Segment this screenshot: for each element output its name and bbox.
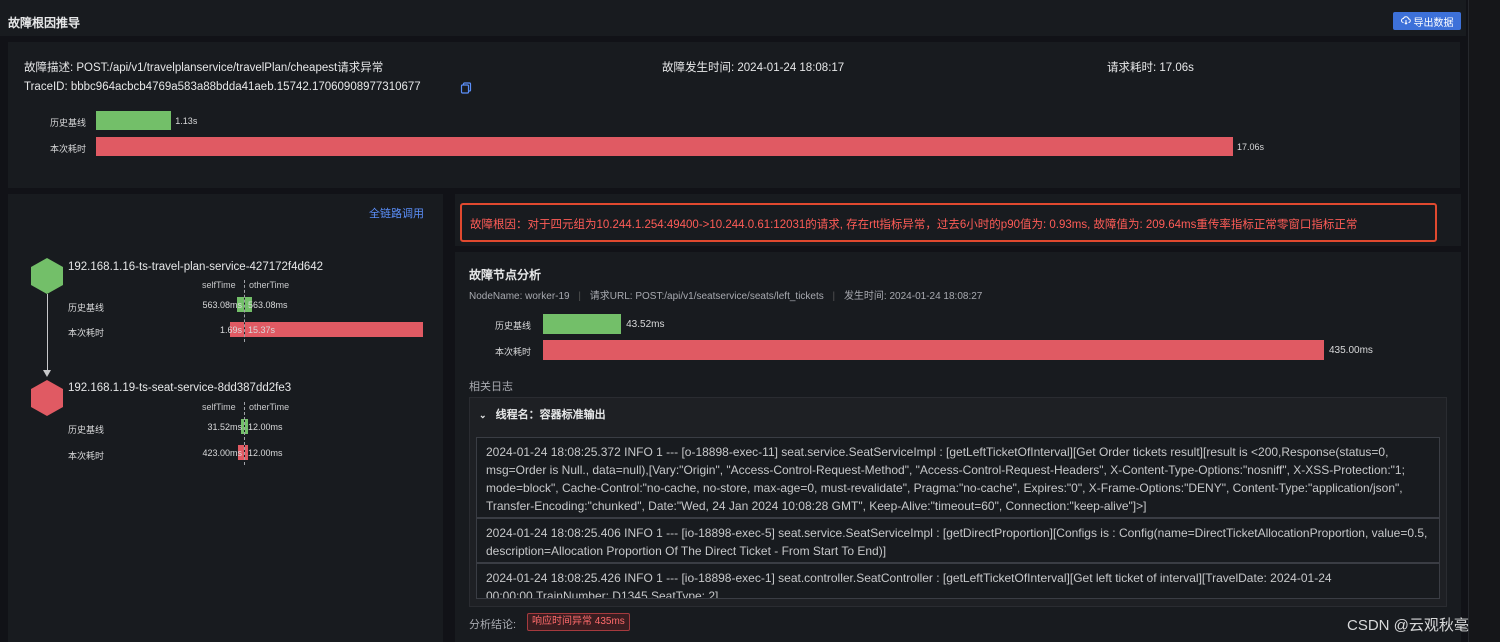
root-cause-text: 故障根因：对于四元组为10.244.1.254:49400->10.244.0.… — [470, 219, 1358, 231]
self-time-value: 563.08ms — [202, 300, 242, 310]
other-time-value: 12.00ms — [248, 422, 283, 432]
watermark: CSDN @云观秋毫 — [1347, 617, 1469, 634]
chain-arrowhead — [43, 370, 51, 377]
copy-icon[interactable] — [460, 81, 472, 99]
service-name[interactable]: 192.168.1.19-ts-seat-service-8dd387dd2fe… — [68, 382, 291, 394]
conclusion-label: 分析结论: — [469, 619, 517, 631]
summary-bar-label: 历史基线 — [50, 118, 87, 128]
summary-bar-value: 1.13s — [175, 116, 198, 126]
chain-connector — [47, 294, 48, 372]
occur-time: 发生时间: 2024-01-24 18:08:27 — [843, 291, 983, 302]
other-time-value: 15.37s — [248, 325, 276, 335]
thread-toggle[interactable]: ⌄ 线程名：容器标准输出 — [479, 406, 606, 422]
node-bar — [543, 340, 1324, 360]
log-entry: 2024-01-24 18:08:25.372 INFO 1 --- [o-18… — [476, 437, 1440, 518]
chain-row-label: 本次耗时 — [68, 451, 105, 461]
header-bar — [0, 0, 1466, 36]
node-analysis-title: 故障节点分析 — [469, 268, 542, 282]
other-time-value: 12.00ms — [248, 448, 283, 458]
export-label: 导出数据 — [1413, 17, 1454, 29]
self-time-header: selfTime — [202, 402, 236, 412]
summary-bar-label: 本次耗时 — [50, 144, 87, 154]
service-name[interactable]: 192.168.1.16-ts-travel-plan-service-4271… — [68, 261, 323, 273]
other-time-value: 563.08ms — [248, 300, 288, 310]
fault-occur-time: 故障发生时间: 2024-01-24 18:08:17 — [662, 62, 845, 74]
self-time-value: 31.52ms — [207, 422, 242, 432]
node-bar-label: 历史基线 — [495, 321, 532, 331]
conclusion-badge: 响应时间异常 435ms — [527, 613, 630, 631]
scrollbar-track[interactable] — [1468, 0, 1500, 642]
node-meta: NodeName: worker-19 | 请求URL: POST:/api/v… — [469, 291, 983, 302]
summary-bar — [96, 137, 1233, 156]
chain-row-label: 历史基线 — [68, 303, 105, 313]
self-time-header: selfTime — [202, 280, 236, 290]
chevron-down-icon: ⌄ — [479, 410, 487, 420]
other-time-header: otherTime — [249, 280, 290, 290]
summary-bar-value: 17.06s — [1237, 142, 1265, 152]
summary-bar — [96, 111, 172, 130]
page-title: 故障根因推导 — [8, 16, 81, 30]
node-bar-value: 435.00ms — [1329, 345, 1373, 356]
cloud-download-icon — [1400, 15, 1411, 28]
full-chain-link[interactable]: 全链路调用 — [369, 205, 424, 221]
export-button[interactable]: 导出数据 — [1393, 12, 1461, 30]
node-name: NodeName: worker-19 — [469, 291, 570, 302]
self-time-value: 1.69s — [219, 325, 242, 335]
fault-description: 故障描述: POST:/api/v1/travelplanservice/tra… — [24, 62, 384, 74]
node-bar-label: 本次耗时 — [495, 347, 532, 357]
log-entry: 2024-01-24 18:08:25.426 INFO 1 --- [io-1… — [476, 563, 1440, 599]
request-url: 请求URL: POST:/api/v1/seatservice/seats/le… — [589, 291, 824, 302]
request-duration: 请求耗时: 17.06s — [1107, 62, 1194, 74]
other-time-header: otherTime — [249, 402, 290, 412]
chain-row-label: 历史基线 — [68, 425, 105, 435]
node-bar — [543, 314, 622, 334]
related-logs-title: 相关日志 — [469, 381, 513, 393]
chain-row-label: 本次耗时 — [68, 328, 105, 338]
node-bar-value: 43.52ms — [626, 319, 665, 330]
trace-id: TraceID: bbbc964acbcb4769a583a88bdda41ae… — [24, 81, 421, 93]
log-entry: 2024-01-24 18:08:25.406 INFO 1 --- [io-1… — [476, 518, 1440, 563]
self-time-value: 423.00ms — [202, 448, 242, 458]
thread-name: 线程名：容器标准输出 — [495, 409, 606, 421]
